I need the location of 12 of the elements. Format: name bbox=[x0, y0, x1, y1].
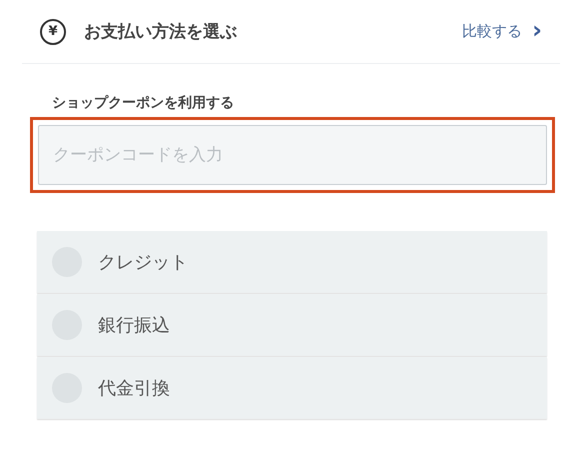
coupon-code-field[interactable]: クーポンコードを入力 bbox=[38, 125, 547, 185]
section-title: お支払い方法を選ぶ bbox=[84, 21, 238, 43]
payment-option[interactable]: クレジット bbox=[37, 231, 547, 293]
chevron-icon: › bbox=[532, 18, 542, 42]
compare-link[interactable]: 比較する bbox=[462, 22, 522, 41]
option-label: 代金引換 bbox=[98, 377, 170, 400]
option-label: 銀行振込 bbox=[98, 314, 170, 337]
yen-icon: ¥ bbox=[40, 18, 66, 44]
option-label: クレジット bbox=[98, 251, 188, 274]
payment-option[interactable]: 銀行振込 bbox=[37, 294, 547, 356]
coupon-label: ショップクーポンを利用する bbox=[52, 94, 235, 112]
payment-option[interactable]: 代金引換 bbox=[37, 357, 547, 419]
